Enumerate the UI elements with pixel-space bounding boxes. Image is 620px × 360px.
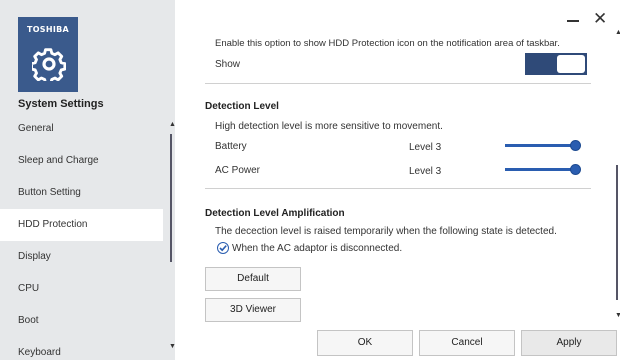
- main-scroll-thumb[interactable]: [616, 165, 618, 300]
- scroll-down-arrow-icon[interactable]: ▼: [615, 312, 620, 319]
- 3d-viewer-button[interactable]: 3D Viewer: [205, 298, 301, 322]
- sidebar: TOSHIBA System Settings General Sleep an…: [0, 0, 176, 360]
- ac-adaptor-checkbox[interactable]: [217, 242, 229, 254]
- apply-button[interactable]: Apply: [521, 330, 617, 356]
- ac-power-level-value: Level 3: [409, 166, 442, 177]
- dialog-footer: OK Cancel Apply: [175, 324, 620, 360]
- scroll-up-arrow-icon[interactable]: ▲: [615, 29, 620, 36]
- detection-level-heading: Detection Level: [205, 101, 279, 112]
- sidebar-item-cpu[interactable]: CPU: [0, 273, 163, 305]
- battery-label: Battery: [215, 141, 247, 152]
- app-title: System Settings: [18, 98, 104, 110]
- slider-track: [505, 144, 575, 147]
- default-button[interactable]: Default: [205, 267, 301, 291]
- close-button[interactable]: ✕: [593, 9, 607, 29]
- main-scrollbar[interactable]: ▲ ▼: [615, 29, 620, 320]
- battery-level-slider[interactable]: [505, 139, 581, 151]
- app-logo-tile: TOSHIBA: [18, 17, 78, 92]
- amplification-description: The decection level is raised temporaril…: [215, 226, 557, 237]
- sidebar-nav: General Sleep and Charge Button Setting …: [0, 113, 163, 360]
- amplification-heading: Detection Level Amplification: [205, 208, 345, 219]
- sidebar-item-hdd-protection[interactable]: HDD Protection: [0, 209, 163, 241]
- section-divider: [205, 83, 591, 84]
- ac-adaptor-checkbox-label: When the AC adaptor is disconnected.: [232, 243, 403, 254]
- cancel-button[interactable]: Cancel: [419, 330, 515, 356]
- slider-knob[interactable]: [570, 164, 581, 175]
- sidebar-scrollbar[interactable]: ▲ ▼: [169, 121, 176, 352]
- section-divider: [205, 188, 591, 189]
- scroll-down-arrow-icon[interactable]: ▼: [169, 343, 176, 350]
- sidebar-item-button-setting[interactable]: Button Setting: [0, 177, 163, 209]
- sidebar-item-keyboard[interactable]: Keyboard: [0, 337, 163, 360]
- toggle-knob: [557, 55, 585, 73]
- scroll-up-arrow-icon[interactable]: ▲: [169, 121, 176, 128]
- minimize-button[interactable]: [567, 20, 579, 22]
- sidebar-scroll-thumb[interactable]: [170, 134, 172, 262]
- ok-button[interactable]: OK: [317, 330, 413, 356]
- ac-power-level-slider[interactable]: [505, 163, 581, 175]
- sidebar-item-sleep-and-charge[interactable]: Sleep and Charge: [0, 145, 163, 177]
- notify-description: Enable this option to show HDD Protectio…: [215, 38, 560, 49]
- ac-power-label: AC Power: [215, 165, 261, 176]
- show-icon-toggle[interactable]: [525, 53, 587, 75]
- show-label: Show: [215, 59, 241, 70]
- detection-level-description: High detection level is more sensitive t…: [215, 121, 443, 132]
- main-panel: ✕ Enable this option to show HDD Protect…: [175, 0, 620, 360]
- brand-logo: TOSHIBA: [26, 25, 70, 34]
- battery-level-value: Level 3: [409, 142, 442, 153]
- slider-track: [505, 168, 575, 171]
- checkmark-icon: [219, 245, 227, 252]
- sidebar-item-display[interactable]: Display: [0, 241, 163, 273]
- slider-knob[interactable]: [570, 140, 581, 151]
- gear-icon: [32, 48, 66, 81]
- sidebar-item-general[interactable]: General: [0, 113, 163, 145]
- sidebar-item-boot[interactable]: Boot: [0, 305, 163, 337]
